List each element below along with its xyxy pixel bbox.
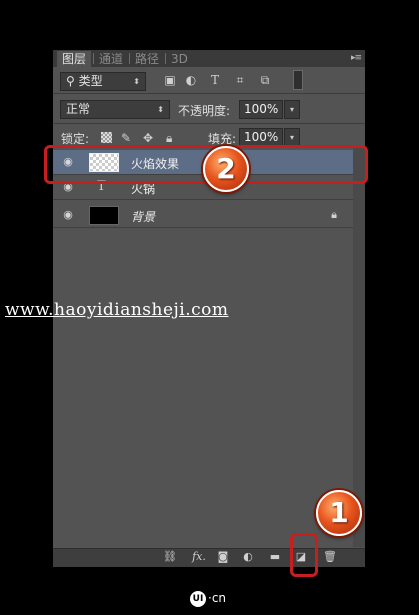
blend-mode-value: 正常 (66, 102, 91, 116)
logo-mark: UI (190, 591, 206, 607)
lock-transparent-pixels-icon[interactable] (101, 132, 112, 143)
tab-paths[interactable]: 路径 (135, 51, 159, 67)
tab-divider (165, 53, 166, 64)
opacity-label: 不透明度: (178, 104, 231, 118)
new-layer-callout (290, 533, 318, 577)
shape-filter-icon[interactable]: ⌗ (233, 73, 247, 88)
adjustment-filter-icon[interactable]: ◐ (184, 73, 198, 87)
blend-mode-dropdown[interactable]: 正常 ⬍ (60, 100, 170, 119)
filter-type-label: 类型 (78, 74, 103, 88)
smart-object-filter-icon[interactable]: ⧉ (258, 73, 272, 88)
filter-toggle-icon[interactable] (293, 70, 303, 90)
panel-tab-bar: 图层 通道 路径 3D ▸≡ (53, 50, 365, 67)
logo-suffix: ·cn (208, 591, 227, 605)
panel-bottom-toolbar: ⛓ fx. ◙ ◐ ▬ ◪ 🗑︎ (53, 548, 365, 567)
link-icon[interactable]: ⛓ (163, 550, 177, 563)
divider (53, 93, 365, 94)
site-logo: UI ·cn (190, 590, 230, 608)
layer-thumbnail (89, 206, 119, 225)
tab-3d[interactable]: 3D (171, 51, 188, 67)
adjustment-icon[interactable]: ◐ (241, 550, 255, 563)
mask-icon[interactable]: ◙ (216, 550, 230, 563)
tab-divider (129, 53, 130, 64)
lock-icon: 🔒︎ (331, 208, 337, 221)
filter-type-dropdown[interactable]: ⚲ 类型 ⬍ (60, 72, 146, 91)
delete-icon[interactable]: 🗑︎ (323, 550, 337, 563)
chevron-updown-icon: ⬍ (133, 77, 140, 86)
chevron-down-icon[interactable]: ▾ (284, 100, 300, 119)
divider (53, 123, 365, 124)
opacity-input[interactable]: 100% (239, 100, 283, 119)
watermark-text: www.haoyidiansheji.com (5, 300, 229, 320)
layer-list: ◉ 火焰效果 ◉ T 火锅 ◉ 背景 🔒︎ (53, 147, 353, 547)
folder-icon[interactable]: ▬ (268, 550, 282, 563)
chevron-updown-icon: ⬍ (157, 105, 164, 114)
visibility-eye-icon[interactable]: ◉ (61, 208, 75, 222)
lock-image-pixels-icon[interactable]: ✎ (121, 131, 131, 145)
lock-position-icon[interactable]: ✥ (143, 131, 153, 145)
tab-layers[interactable]: 图层 (57, 51, 92, 67)
layer-name[interactable]: 背景 (131, 208, 155, 225)
panel-menu-icon[interactable]: ▸≡ (351, 53, 362, 63)
step-1-badge: 1 (316, 490, 362, 536)
type-filter-icon[interactable]: T (208, 73, 222, 87)
tab-channels[interactable]: 通道 (99, 51, 123, 67)
step-2-badge: 2 (203, 146, 249, 192)
image-filter-icon[interactable]: ▣ (163, 73, 177, 87)
search-icon: ⚲ (66, 74, 79, 88)
fx-icon[interactable]: fx. (189, 550, 209, 563)
layer-list-scrollbar[interactable] (353, 147, 365, 547)
layer-row-background[interactable]: ◉ 背景 🔒︎ (53, 203, 353, 228)
lock-all-icon[interactable]: 🔒︎ (166, 131, 172, 146)
tab-divider (93, 53, 94, 64)
